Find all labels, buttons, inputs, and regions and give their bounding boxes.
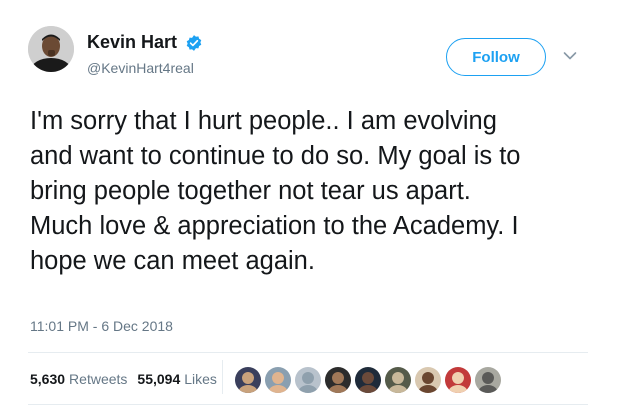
retweets-stat[interactable]: 5,630 Retweets xyxy=(30,371,127,387)
liker-avatar-1[interactable] xyxy=(234,366,262,394)
liker-avatar-4[interactable] xyxy=(324,366,352,394)
tweet-timestamp[interactable]: 11:01 PM - 6 Dec 2018 xyxy=(30,318,173,334)
liker-avatar-7[interactable] xyxy=(414,366,442,394)
tweet-card: Kevin Hart @KevinHart4real Follow I'm so… xyxy=(0,0,618,412)
tweet-text-line: hope we can meet again. xyxy=(30,247,315,275)
verified-badge-icon xyxy=(186,35,202,51)
divider xyxy=(28,404,588,405)
retweets-label: Retweets xyxy=(69,371,128,387)
author-name[interactable]: Kevin Hart xyxy=(87,32,177,53)
likes-stat[interactable]: 55,094 Likes xyxy=(137,371,217,387)
liker-avatar-6[interactable] xyxy=(384,366,412,394)
stats-separator xyxy=(222,360,223,394)
likes-count: 55,094 xyxy=(137,371,181,387)
author-avatar[interactable] xyxy=(28,26,74,72)
tweet-text-line: bring people together not tear us apart. xyxy=(30,177,471,205)
liker-avatar-2[interactable] xyxy=(264,366,292,394)
chevron-down-icon[interactable] xyxy=(563,51,577,61)
liker-avatar-3[interactable] xyxy=(294,366,322,394)
retweets-count: 5,630 xyxy=(30,371,66,387)
engagement-stats: 5,630 Retweets 55,094 Likes xyxy=(30,371,227,387)
liker-avatar-5[interactable] xyxy=(354,366,382,394)
divider xyxy=(28,352,588,353)
author-handle[interactable]: @KevinHart4real xyxy=(87,60,194,76)
liker-avatars xyxy=(234,366,504,394)
tweet-text-line: I'm sorry that I hurt people.. I am evol… xyxy=(30,107,497,135)
tweet-text-line: Much love & appreciation to the Academy.… xyxy=(30,212,519,240)
tweet-text: I'm sorry that I hurt people.. I am evol… xyxy=(30,104,600,279)
tweet-text-line: and want to continue to do so. My goal i… xyxy=(30,142,521,170)
likes-label: Likes xyxy=(184,371,217,387)
liker-avatar-8[interactable] xyxy=(444,366,472,394)
liker-avatar-9[interactable] xyxy=(474,366,502,394)
follow-button[interactable]: Follow xyxy=(446,38,546,76)
